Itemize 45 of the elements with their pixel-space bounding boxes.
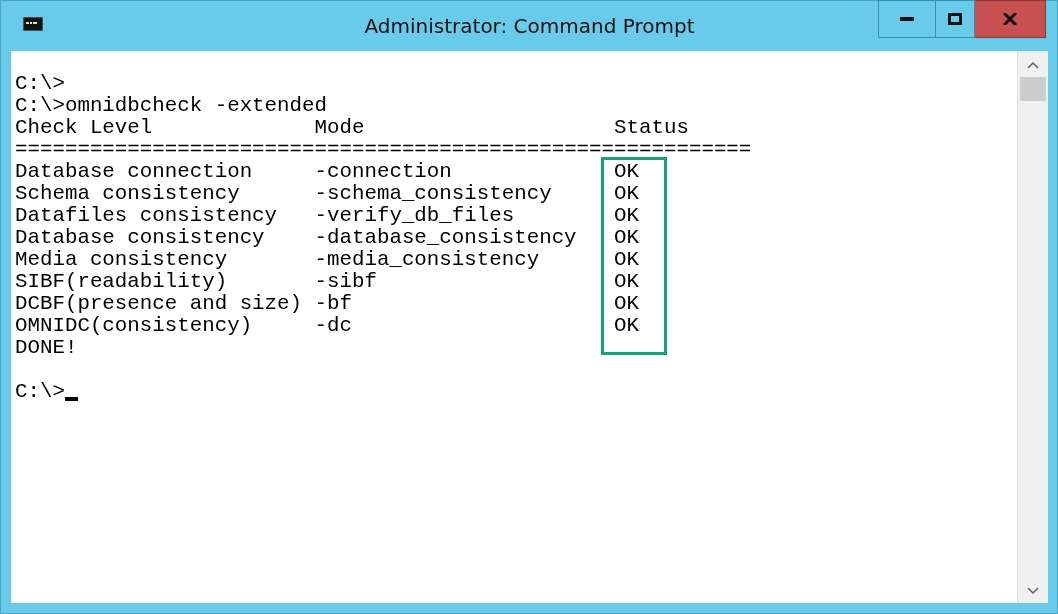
- check-level: Database consistency: [15, 227, 266, 249]
- text-cursor: [64, 397, 78, 401]
- check-level: Database connection: [15, 161, 254, 183]
- check-mode: -schema_consistency: [314, 183, 553, 205]
- check-status: OK: [614, 227, 640, 249]
- maximize-button[interactable]: [936, 0, 975, 38]
- column-header: Status: [614, 117, 690, 139]
- check-status: OK: [614, 271, 640, 293]
- check-level: Media consistency: [15, 249, 229, 271]
- console-icon: [23, 17, 43, 31]
- column-header: Check Level: [15, 117, 154, 139]
- check-mode: -connection: [314, 161, 453, 183]
- minimize-button[interactable]: [878, 0, 936, 38]
- check-mode: -dc: [314, 315, 353, 337]
- check-level: Datafiles consistency: [15, 205, 279, 227]
- check-mode: -media_consistency: [314, 249, 541, 271]
- check-mode: -verify_db_files: [314, 205, 516, 227]
- scroll-down-icon[interactable]: [1027, 587, 1039, 595]
- console-line: DONE!: [15, 337, 78, 359]
- minimize-icon: [900, 17, 914, 21]
- check-status: OK: [614, 315, 640, 337]
- check-status: OK: [614, 161, 640, 183]
- check-status: OK: [614, 205, 640, 227]
- column-header: Mode: [314, 117, 366, 139]
- check-level: DCBF(presence and size): [15, 293, 304, 315]
- scrollbar[interactable]: [1017, 51, 1048, 603]
- check-status: OK: [614, 293, 640, 315]
- scroll-up-icon[interactable]: [1027, 61, 1039, 69]
- close-icon: [1003, 13, 1017, 25]
- window-title: Administrator: Command Prompt: [364, 14, 695, 38]
- console-line: C:\>: [15, 73, 65, 95]
- check-level: SIBF(readability): [15, 271, 229, 293]
- check-mode: -database_consistency: [314, 227, 578, 249]
- close-button[interactable]: [975, 0, 1046, 38]
- console-prompt: C:\>: [15, 381, 65, 403]
- check-status: OK: [614, 183, 640, 205]
- console-line: C:\>omnidbcheck -extended: [15, 95, 327, 117]
- check-mode: -sibf: [314, 271, 378, 293]
- maximize-icon: [948, 13, 962, 25]
- check-level: OMNIDC(consistency): [15, 315, 254, 337]
- separator-line: ===========================================================: [15, 139, 752, 161]
- check-status: OK: [614, 249, 640, 271]
- scrollbar-thumb[interactable]: [1020, 77, 1046, 101]
- check-level: Schema consistency: [15, 183, 241, 205]
- check-mode: -bf: [314, 293, 353, 315]
